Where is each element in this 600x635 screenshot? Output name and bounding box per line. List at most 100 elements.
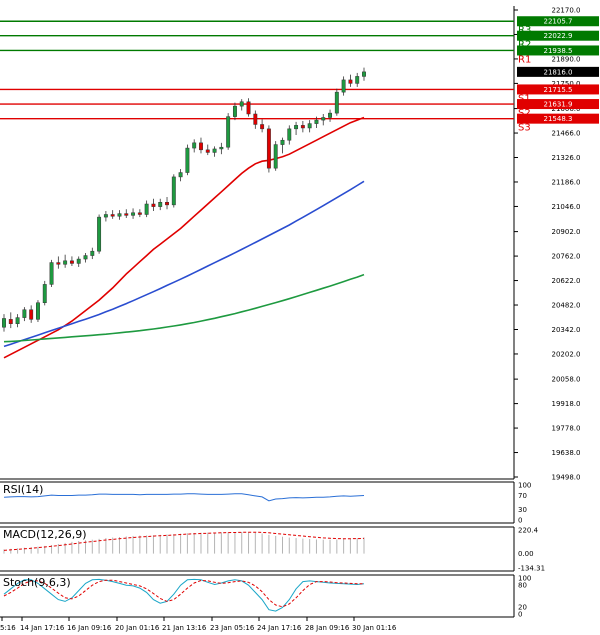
candle-body	[246, 101, 251, 115]
price-tick-label: 21326.0	[552, 154, 581, 162]
candle-body	[280, 139, 285, 145]
candle-body	[36, 302, 40, 320]
candle-body	[69, 260, 74, 264]
candle	[97, 214, 102, 254]
candle-body	[56, 262, 61, 265]
price-tick-label: 19778.0	[552, 425, 581, 433]
trading-chart: 22170.022030.021890.021750.021606.021466…	[0, 0, 600, 635]
candle-body	[314, 119, 319, 124]
time-tick-label: 23 Jan 05:16	[210, 624, 255, 632]
candle-body	[341, 79, 346, 93]
price-tick-label: 20058.0	[552, 376, 581, 384]
candle-body	[137, 212, 142, 215]
candle-body	[151, 203, 156, 207]
candle-body	[300, 125, 305, 129]
time-tick-label: 20 Jan 01:16	[115, 624, 160, 632]
candle-body	[22, 309, 27, 318]
level-price-label: 22022.9	[544, 32, 573, 40]
panel-tick-label: 30	[518, 506, 527, 514]
candle-body	[103, 214, 108, 218]
candle-body	[158, 202, 163, 207]
panel-tick-label: 70	[518, 492, 527, 500]
level-price-label: 21715.5	[544, 86, 573, 94]
level-price-label: 21938.5	[544, 47, 573, 55]
candle-body	[63, 260, 68, 265]
panel-tick-label: 0	[518, 517, 522, 525]
candle-body	[144, 203, 149, 215]
time-tick-label: 14 Jan 17:16	[20, 624, 65, 632]
panel-tick-label: 100	[518, 482, 531, 490]
candle-body	[334, 91, 339, 114]
candle-body	[49, 262, 54, 285]
price-tick-label: 20202.0	[552, 350, 581, 358]
candle-body	[287, 128, 292, 141]
price-tick-label: 20902.0	[552, 228, 581, 236]
price-tick-label: 19918.0	[552, 400, 581, 408]
candle-body	[205, 149, 210, 153]
time-tick-label: 5:16	[0, 624, 16, 632]
candle-body	[355, 76, 360, 84]
candle-body	[185, 147, 190, 173]
candle-body	[321, 117, 326, 121]
price-tick-label: 21466.0	[552, 130, 581, 138]
candle-body	[42, 284, 47, 303]
candle-body	[273, 144, 278, 169]
candle-body	[232, 105, 237, 117]
price-tick-label: 20762.0	[552, 253, 581, 261]
time-tick-label: 30 Jan 01:16	[352, 624, 397, 632]
time-tick-label: 21 Jan 13:16	[162, 624, 207, 632]
candle-body	[199, 142, 203, 151]
candle-body	[117, 213, 122, 217]
candle	[49, 259, 54, 288]
panel-title: MACD(12,26,9)	[3, 528, 87, 541]
time-tick-label: 16 Jan 09:16	[67, 624, 112, 632]
candle	[42, 280, 47, 306]
candle-body	[307, 123, 312, 129]
candle-body	[124, 213, 129, 216]
candle	[266, 125, 271, 173]
candle	[185, 144, 190, 176]
candle-body	[239, 101, 244, 107]
current-price-label: 21816.0	[544, 68, 573, 76]
candle-body	[212, 148, 217, 153]
price-tick-label: 20482.0	[552, 302, 581, 310]
price-tick-label: 20342.0	[552, 326, 581, 334]
candle-body	[178, 172, 183, 178]
candle-body	[29, 309, 34, 320]
candle-body	[15, 317, 20, 324]
price-tick-label: 21890.0	[552, 55, 581, 63]
level-name: R2	[518, 40, 531, 51]
candle-body	[253, 113, 258, 125]
candle-body	[110, 214, 115, 217]
time-tick-label: 24 Jan 17:16	[257, 624, 302, 632]
price-tick-label: 21046.0	[552, 203, 581, 211]
level-name: R3	[518, 25, 531, 36]
candle-body	[97, 216, 102, 252]
candle-body	[362, 71, 366, 77]
candle	[273, 141, 278, 171]
panel-tick-label: 80	[518, 582, 527, 590]
candle-body	[260, 124, 265, 130]
price-tick-label: 21186.0	[552, 178, 581, 186]
panel-tick-label: 0.00	[518, 550, 534, 558]
candle-body	[2, 318, 6, 328]
candle-body	[165, 202, 169, 206]
candle-body	[8, 319, 13, 324]
candle-body	[90, 250, 95, 256]
candle-body	[226, 116, 231, 148]
candle-body	[348, 79, 353, 84]
level-name: S1	[518, 93, 531, 104]
candle-body	[76, 258, 81, 264]
price-tick-label: 19638.0	[552, 449, 581, 457]
panel-title: Stoch(9,6,3)	[3, 576, 71, 589]
candle	[36, 300, 40, 322]
candle	[334, 88, 339, 116]
price-tick-label: 20622.0	[552, 277, 581, 285]
candle-body	[171, 176, 176, 206]
candle-body	[219, 146, 224, 150]
candle	[171, 174, 176, 208]
level-name: R1	[518, 54, 531, 65]
candle-body	[328, 112, 332, 118]
level-price-label: 21631.9	[544, 101, 573, 109]
price-tick-label: 19498.0	[552, 474, 581, 482]
